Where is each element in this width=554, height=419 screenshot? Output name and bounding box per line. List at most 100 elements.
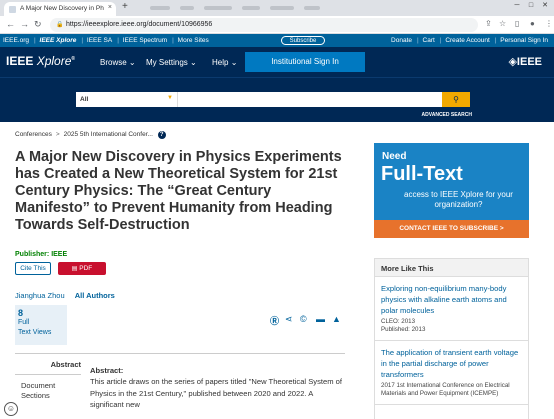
chevron-down-icon: ⌄ <box>190 58 197 67</box>
related-article-link[interactable]: Exploring non-equilibrium many-body phys… <box>381 283 522 316</box>
alert-bell-icon[interactable]: ▲ <box>332 314 341 324</box>
nav-abstract[interactable]: Abstract <box>15 360 81 375</box>
blurred-bookmarks <box>150 6 410 12</box>
link-ieee-spectrum[interactable]: IEEE Spectrum <box>123 37 167 44</box>
search-button[interactable]: ⚲ <box>442 92 470 107</box>
nav-document-sections-1[interactable]: Document <box>15 381 81 391</box>
profile-icon[interactable]: ● <box>530 19 535 28</box>
contact-subscribe-button[interactable]: CONTACT IEEE TO SUBSCRIBE > <box>374 220 529 238</box>
search-band: All ▼ ⚲ ADVANCED SEARCH <box>0 77 554 122</box>
views-label-1: Full <box>18 319 30 326</box>
breadcrumb-conference[interactable]: 2025 5th International Confer... <box>64 131 153 138</box>
ieee-logo-text: IEEE <box>516 56 542 68</box>
bookmark-star-icon[interactable]: ☆ <box>499 19 506 28</box>
diamond-icon: ◈ <box>508 56 517 68</box>
minimize-icon[interactable]: ─ <box>510 1 524 11</box>
caret-down-icon: ▼ <box>167 95 173 101</box>
search-scope-value: All <box>80 96 89 103</box>
folder-icon[interactable]: ▬ <box>316 314 325 324</box>
ad-need: Need <box>382 151 407 162</box>
list-item: Exploring non-equilibrium many-body phys… <box>375 277 528 341</box>
link-create-account[interactable]: Create Account <box>445 37 489 44</box>
ieee-top-links: IEEE.org | IEEE Xplore | IEEE SA | IEEE Spe… <box>0 34 554 47</box>
full-text-views-metric: 8 Full Text Views <box>15 305 67 345</box>
page-title: A Major New Discovery in Physics Experim… <box>15 149 342 233</box>
abstract-text: This article draws on the series of pape… <box>90 377 342 410</box>
publisher-label: Publisher: <box>15 251 50 258</box>
link-personal-sign-in[interactable]: Personal Sign In <box>500 37 548 44</box>
cite-this-button[interactable]: Cite This <box>15 262 51 275</box>
logo-main: IEEE <box>6 54 34 68</box>
nav-document-sections-2[interactable]: Sections <box>15 391 81 401</box>
sidepanel-icon[interactable]: ▯ <box>515 19 519 28</box>
menu-browse-label: Browse <box>100 58 127 67</box>
link-ieee-xplore[interactable]: IEEE Xplore <box>40 37 77 44</box>
link-ieee-sa[interactable]: IEEE SA <box>87 37 112 44</box>
pdf-button[interactable]: ▤ PDF <box>58 262 106 275</box>
abstract-side-nav: Abstract Document Sections <box>15 360 81 401</box>
link-donate[interactable]: Donate <box>391 37 412 44</box>
reload-icon[interactable]: ↻ <box>34 19 42 30</box>
breadcrumb: Conferences >2025 5th International Confe… <box>15 131 166 139</box>
menu-help[interactable]: Help ⌄ <box>212 58 237 67</box>
lock-icon: 🔒 <box>56 22 64 28</box>
menu-help-label: Help <box>212 58 229 67</box>
main-header: IEEE Xplore® Browse ⌄ My Settings ⌄ Help… <box>0 47 554 77</box>
link-cart[interactable]: Cart <box>423 37 435 44</box>
menu-my-settings-label: My Settings <box>146 58 188 67</box>
chevron-down-icon: ⌄ <box>128 58 136 67</box>
link-more-sites[interactable]: More Sites <box>178 37 209 44</box>
authors-row: Jianghua Zhou All Authors <box>15 291 115 300</box>
publisher-value[interactable]: IEEE <box>51 251 67 258</box>
pdf-icon: ▤ <box>71 266 78 272</box>
ad-full-text: Full-Text <box>381 163 463 185</box>
search-scope-select[interactable]: All ▼ <box>76 92 178 107</box>
subscribe-button[interactable]: Subscribe <box>281 36 325 45</box>
feedback-icon[interactable]: ☺ <box>4 402 18 416</box>
search-icon: ⚲ <box>453 95 459 104</box>
tab-close-icon[interactable]: × <box>108 4 112 11</box>
related-article-venue: CLEO: 2013 <box>381 318 416 325</box>
chevron-down-icon: ⌄ <box>230 58 238 67</box>
rights-permissions-icon[interactable]: Ⓡ <box>270 314 279 327</box>
views-label-2: Text Views <box>18 329 52 336</box>
copyright-icon[interactable]: © <box>300 314 307 324</box>
institutional-sign-in-button[interactable]: Institutional Sign In <box>245 52 365 72</box>
related-article-venue: 2017 1st International Conference on Ele… <box>381 382 510 397</box>
menu-my-settings[interactable]: My Settings ⌄ <box>146 58 197 67</box>
logo-sub: Xplore <box>36 54 72 68</box>
maximize-icon[interactable]: □ <box>524 1 538 11</box>
full-text-access-ad[interactable]: Need Full-Text access to IEEE Xplore for… <box>374 143 529 238</box>
advanced-search-link[interactable]: ADVANCED SEARCH <box>422 112 472 118</box>
ieee-logo[interactable]: ◈IEEE <box>508 55 542 68</box>
abstract-section: Abstract: This article draws on the seri… <box>90 365 345 411</box>
menu-dots-icon[interactable]: ⋮ <box>545 19 553 28</box>
browser-tab-bar: A Major New Discovery in Ph × + ─ □ ✕ <box>0 0 554 16</box>
ad-access-text: access to IEEE Xplore for your organizat… <box>404 190 513 209</box>
menu-browse[interactable]: Browse ⌄ <box>100 58 136 67</box>
new-tab-button[interactable]: + <box>122 1 128 12</box>
all-authors-link[interactable]: All Authors <box>75 291 115 300</box>
related-article-link[interactable]: The application of transient earth volta… <box>381 347 522 380</box>
author-link[interactable]: Jianghua Zhou <box>15 291 65 300</box>
share-icon[interactable]: ⇪ <box>485 19 492 28</box>
breadcrumb-conferences[interactable]: Conferences <box>15 131 52 138</box>
address-bar-row: ← → ↻ 🔒 https://ieeexplore.ieee.org/docu… <box>0 16 554 34</box>
tab-favicon-icon <box>9 6 16 13</box>
share-icon[interactable]: ⋖ <box>285 314 293 325</box>
window-close-icon[interactable]: ✕ <box>538 1 552 11</box>
pdf-label: PDF <box>79 265 93 272</box>
views-count: 8 <box>18 308 24 318</box>
help-icon[interactable]: ? <box>157 131 166 139</box>
more-like-this-panel: More Like This Exploring non-equilibrium… <box>374 258 529 419</box>
forward-icon[interactable]: → <box>20 19 29 29</box>
url-text: https://ieeexplore.ieee.org/document/109… <box>66 21 213 28</box>
list-item: The application of transient earth volta… <box>375 341 528 405</box>
link-ieee-org[interactable]: IEEE.org <box>3 37 29 44</box>
tab-title: A Major New Discovery in Ph <box>20 5 104 12</box>
abstract-heading: Abstract: <box>90 366 124 375</box>
back-icon[interactable]: ← <box>6 19 15 29</box>
ieee-xplore-logo[interactable]: IEEE Xplore® <box>6 54 75 68</box>
browser-tab[interactable]: A Major New Discovery in Ph × <box>4 2 116 16</box>
url-input[interactable]: 🔒 https://ieeexplore.ieee.org/document/1… <box>50 18 478 32</box>
